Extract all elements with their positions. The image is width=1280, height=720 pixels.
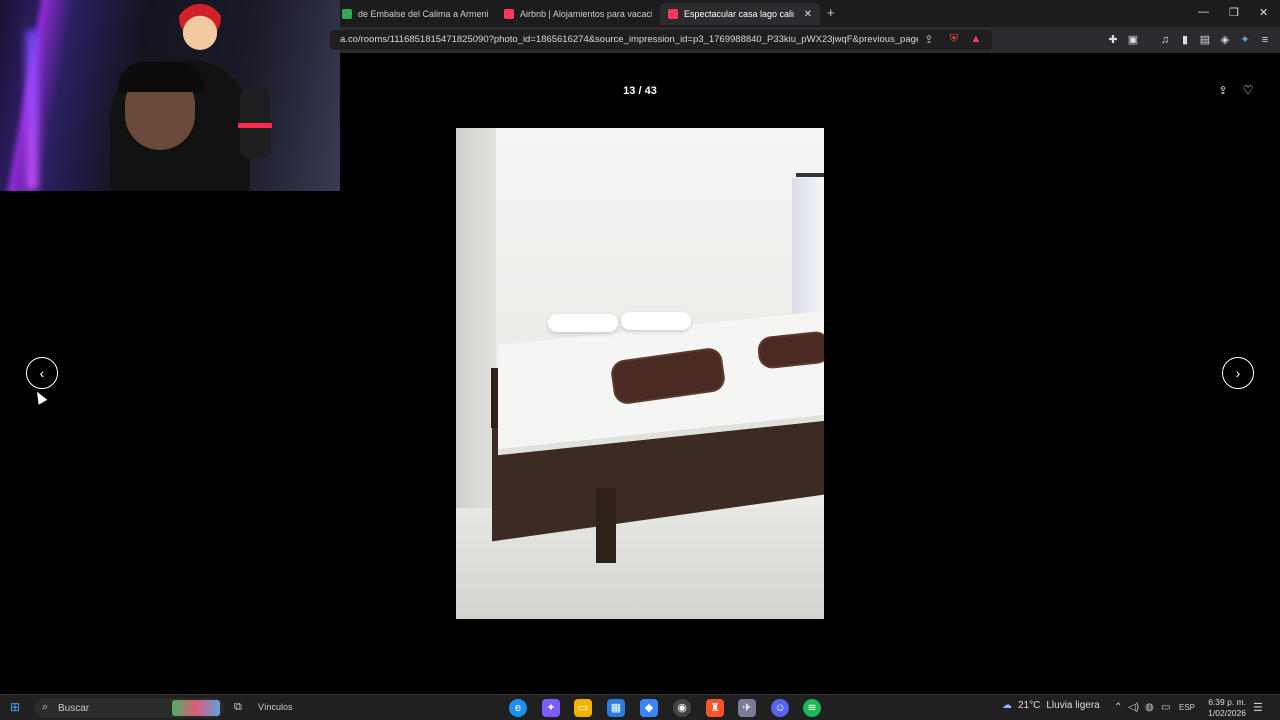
brave-icon[interactable]: ♜ <box>706 699 724 717</box>
menu-icon[interactable]: ≡ <box>1258 33 1272 47</box>
leo-icon[interactable]: ✦ <box>1238 33 1252 47</box>
search-icon: ⌕ <box>42 701 49 713</box>
task-view-icon[interactable]: ⧉ <box>234 701 242 714</box>
file-explorer-icon[interactable]: ▭ <box>574 699 592 717</box>
pillow <box>548 314 618 332</box>
windows-start-icon[interactable]: ⊞ <box>10 701 23 714</box>
network-icon[interactable]: ▭ <box>1161 702 1170 713</box>
edge-icon[interactable]: e <box>509 699 527 717</box>
new-tab-button[interactable]: + <box>827 5 835 20</box>
brave-shield-icon[interactable]: ⛨ <box>947 33 961 47</box>
clock-date: 1/02/2026 <box>1208 708 1246 718</box>
tab-label: de Embalse del Calima a Armenia, Q <box>358 9 488 19</box>
clock[interactable]: 6:39 p. m. 1/02/2026 <box>1196 697 1246 719</box>
chevron-up-icon[interactable]: ⌃ <box>1114 702 1122 713</box>
streamer-cap <box>118 62 204 92</box>
minimize-button[interactable]: — <box>1198 6 1209 18</box>
store-icon[interactable]: ▦ <box>607 699 625 717</box>
listing-photo <box>456 128 824 619</box>
folded-towel <box>756 330 824 370</box>
pillow <box>621 312 691 330</box>
discord-icon[interactable]: ☺ <box>771 699 789 717</box>
weather-temp: 21°C <box>1018 700 1041 711</box>
mouse-cursor <box>32 389 48 405</box>
search-placeholder: Buscar <box>58 703 90 714</box>
brave-rewards-icon[interactable]: ▲ <box>969 33 983 47</box>
address-bar[interactable]: a.co/rooms/1116851815471825090?photo_id=… <box>330 30 992 50</box>
app-icon[interactable]: ◆ <box>640 699 658 717</box>
tab-airbnb[interactable]: Airbnb | Alojamientos para vacacion <box>496 3 652 25</box>
windows-taskbar: ⊞ ⌕ Buscar ⧉ Vínculos e ✦ ▭ ▦ ◆ ◉ ♜ ✈ ☺ … <box>0 694 1280 720</box>
heart-icon[interactable]: ♡ <box>1241 83 1255 97</box>
taskbar-search[interactable]: ⌕ Buscar <box>34 698 224 718</box>
sidebar-icon[interactable]: ▮ <box>1178 33 1192 47</box>
curtain-rod <box>796 173 824 177</box>
clock-time: 6:39 p. m. <box>1208 697 1246 707</box>
airbnb-favicon-icon <box>668 9 678 19</box>
led-strip <box>26 30 38 190</box>
app2-icon[interactable]: ✈ <box>738 699 756 717</box>
search-highlight-image <box>172 700 220 716</box>
webcam-overlay <box>0 0 340 191</box>
vinculos-toolbar[interactable]: Vínculos <box>258 702 293 712</box>
microphone-ring <box>238 123 272 128</box>
wallet-icon[interactable]: ▣ <box>1126 33 1140 47</box>
obs-icon[interactable]: ◉ <box>673 699 691 717</box>
weather-rain-icon: ☁ <box>1002 700 1012 711</box>
close-window-button[interactable]: ✕ <box>1259 6 1268 19</box>
notification-icon[interactable]: ☰ <box>1253 701 1263 714</box>
maps-favicon-icon <box>342 9 352 19</box>
cartoon-avatar <box>176 4 224 52</box>
steam-icon[interactable]: ◍ <box>1145 702 1154 713</box>
tab-maps[interactable]: de Embalse del Calima a Armenia, Q <box>334 3 488 25</box>
spotify-icon[interactable]: ≋ <box>803 699 821 717</box>
previous-photo-button[interactable]: ‹ <box>26 357 58 389</box>
share-icon[interactable]: ⇪ <box>922 33 936 47</box>
photo-counter: 13 / 43 <box>623 85 657 97</box>
media-icon[interactable]: ♫ <box>1158 33 1172 47</box>
reader-icon[interactable]: ▤ <box>1198 33 1212 47</box>
url-text[interactable]: a.co/rooms/1116851815471825090?photo_id=… <box>340 34 918 45</box>
weather-desc: Lluvia ligera <box>1046 700 1100 711</box>
next-photo-button[interactable]: › <box>1222 357 1254 389</box>
share-icon[interactable]: ⇪ <box>1216 84 1230 98</box>
language-indicator[interactable]: ESP <box>1179 703 1195 712</box>
tab-label: Airbnb | Alojamientos para vacacion <box>520 9 652 19</box>
volume-icon[interactable]: ◁) <box>1128 702 1139 713</box>
weather-widget[interactable]: ☁ 21°C Lluvia ligera <box>1002 700 1100 711</box>
copilot-icon[interactable]: ✦ <box>542 699 560 717</box>
maximize-button[interactable]: ❐ <box>1229 6 1239 19</box>
close-tab-icon[interactable]: ✕ <box>804 9 812 20</box>
extensions-icon[interactable]: ✚ <box>1106 33 1120 47</box>
tab-listing-active[interactable]: Espectacular casa lago calima - C ✕ <box>660 3 820 25</box>
bed-leg <box>596 488 616 563</box>
tab-label: Espectacular casa lago calima - C <box>684 9 794 19</box>
vpn-icon[interactable]: ◈ <box>1218 33 1232 47</box>
airbnb-favicon-icon <box>504 9 514 19</box>
